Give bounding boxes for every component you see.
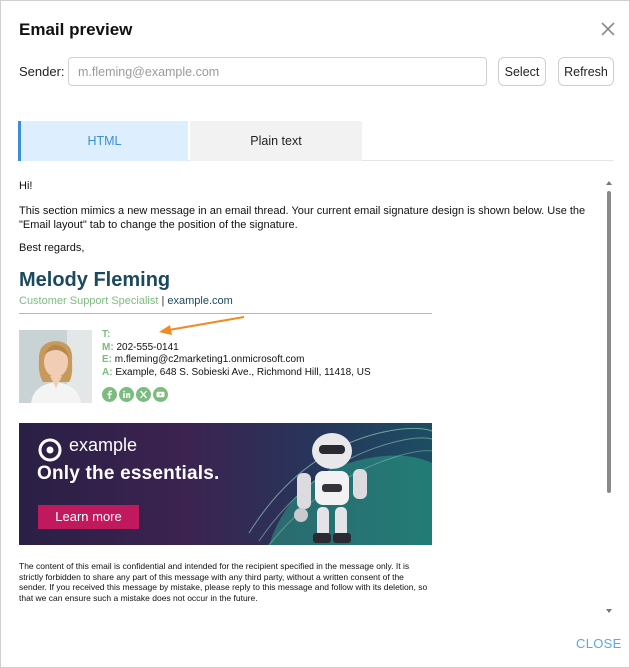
linkedin-icon[interactable] [119,387,134,402]
email-disclaimer: The content of this email is confidentia… [19,561,428,603]
promo-banner[interactable]: example Only the essentials. Learn more [19,423,432,545]
scroll-down-icon[interactable] [606,609,612,613]
signature-name: Melody Fleming [19,269,171,291]
contact-mobile-value: 202-555-0141 [116,341,179,353]
email-body: This section mimics a new message in an … [19,205,586,231]
scroll-thumb[interactable] [607,191,611,493]
close-button[interactable]: CLOSE [576,636,622,651]
contact-phone-label: T: [102,329,111,340]
learn-more-button[interactable]: Learn more [38,505,139,529]
sender-label: Sender: [19,64,65,79]
contact-email-value[interactable]: m.fleming@c2marketing1.onmicrosoft.com [115,354,305,365]
contact-mobile-label: M: [102,341,114,353]
select-button[interactable]: Select [498,57,546,86]
signature-separator: | [161,295,165,307]
x-icon[interactable] [136,387,151,402]
tab-plain-text[interactable]: Plain text [190,121,362,161]
contact-address-row: A: Example, 648 S. Sobieski Ave., Richmo… [102,367,371,380]
signature-photo [19,330,92,403]
facebook-icon[interactable] [102,387,117,402]
annotation-arrow-icon [159,316,245,335]
contact-email-label: E: [102,354,112,365]
refresh-button[interactable]: Refresh [558,57,614,86]
scroll-up-icon[interactable] [606,181,612,185]
signature-role-line: Customer Support Specialist | example.co… [19,295,233,309]
banner-brand: example [69,435,138,455]
email-greeting: Hi! [19,180,33,192]
preview-tabs: HTML Plain text [18,121,614,161]
signature-role: Customer Support Specialist [19,295,159,307]
contact-mobile-row: M: 202-555-0141 [102,342,371,355]
tab-html[interactable]: HTML [18,121,188,161]
email-regards: Best regards, [19,242,85,254]
preview-scrollbar[interactable] [605,181,613,613]
contact-address-label: A: [102,366,113,378]
signature-website-link[interactable]: example.com [167,295,232,307]
dialog-title: Email preview [19,20,133,39]
banner-headline: Only the essentials. [37,463,220,484]
sender-input[interactable] [68,57,487,86]
email-preview-pane: Hi! This section mimics a new message in… [19,171,599,621]
close-icon[interactable] [599,20,617,38]
contact-address-value: Example, 648 S. Sobieski Ave., Richmond … [115,366,371,378]
youtube-icon[interactable] [153,387,168,402]
contact-email-row: E: m.fleming@c2marketing1.onmicrosoft.co… [102,354,371,367]
social-icons [102,387,170,402]
email-preview-dialog: Email preview Sender: Select Refresh HTM… [0,0,630,668]
profile-photo-icon [19,330,92,403]
